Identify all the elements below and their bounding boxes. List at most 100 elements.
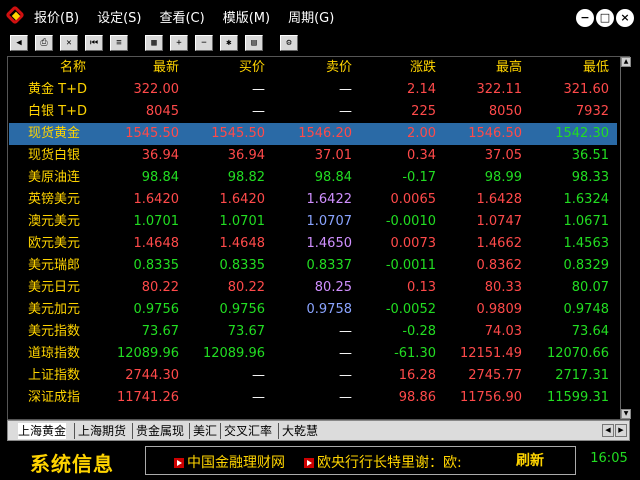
menu-quote[interactable]: 报价(B)	[34, 7, 79, 26]
table-row[interactable]: 深证成指 11741.26 — — 98.86 11756.90 11599.31	[9, 387, 617, 409]
table-row[interactable]: 黄金 T+D 322.00 — — 2.14 322.11 321.60	[9, 79, 617, 101]
header-low[interactable]: 最低	[583, 57, 609, 79]
system-info-button[interactable]: 系统信息	[30, 448, 114, 477]
calculator-icon[interactable]: ▦	[145, 35, 163, 51]
cell-low: 321.60	[563, 82, 610, 97]
cell-ask: —	[339, 104, 352, 119]
rewind-icon[interactable]: ⏮	[85, 35, 103, 51]
table-row[interactable]: 美元指数 73.67 73.67 — -0.28 74.03 73.64	[9, 321, 617, 343]
tab-precious-metals[interactable]: 贵金属现	[136, 423, 184, 439]
close-doc-icon[interactable]: ✕	[60, 35, 78, 51]
notes-icon[interactable]: ▤	[245, 35, 263, 51]
scroll-up-icon[interactable]: ▲	[621, 57, 631, 67]
cell-high: 0.8362	[476, 258, 523, 273]
table-row[interactable]: 美元日元 80.22 80.22 80.25 0.13 80.33 80.07	[9, 277, 617, 299]
cell-high: 1.0747	[476, 214, 523, 229]
table-row[interactable]: 白银 T+D 8045 — — 225 8050 7932	[9, 101, 617, 123]
left-arrow-icon[interactable]: ◀	[10, 35, 28, 51]
cell-high: 322.11	[476, 82, 523, 97]
cell-name: 深证成指	[28, 390, 81, 405]
menu-settings[interactable]: 设定(S)	[97, 7, 141, 26]
close-button[interactable]: ×	[616, 9, 634, 27]
ticker-item-text[interactable]: 欧央行行长特里谢：欧:	[317, 455, 462, 471]
table-row[interactable]: 美原油连 98.84 98.82 98.84 -0.17 98.99 98.33	[9, 167, 617, 189]
cell-last: 1.6420	[133, 192, 180, 207]
cell-low: 98.33	[571, 170, 609, 185]
menu-period[interactable]: 周期(G)	[288, 7, 334, 26]
cell-change: 2.00	[407, 126, 436, 141]
cell-bid: —	[252, 368, 265, 383]
table-row[interactable]: 欧元美元 1.4648 1.4648 1.4650 0.0073 1.4662 1.4563	[9, 233, 617, 255]
scroll-down-icon[interactable]: ▼	[621, 409, 631, 419]
header-bid[interactable]: 买价	[239, 57, 265, 79]
maximize-button[interactable]: □	[596, 9, 614, 27]
table-row[interactable]: 现货白银 36.94 36.94 37.01 0.34 37.05 36.51	[9, 145, 617, 167]
ticker-item-text[interactable]: 中国金融理财网	[187, 455, 285, 471]
tab-shanghai-gold[interactable]: 上海黄金	[18, 423, 67, 439]
cell-ask: 0.9758	[306, 302, 353, 317]
tab-usd[interactable]: 美汇	[193, 423, 217, 439]
cell-change: -0.0010	[385, 214, 436, 229]
cell-change: 0.13	[407, 280, 436, 295]
cell-name: 黄金 T+D	[28, 82, 87, 97]
news-ticker[interactable]: 中国金融理财网 欧央行行长特里谢：欧: 刷新	[145, 446, 576, 475]
cell-bid: 73.67	[227, 324, 265, 339]
cell-change: 2.14	[407, 82, 436, 97]
vertical-scrollbar[interactable]: ▲ ▼	[620, 57, 631, 419]
tab-cross-rates[interactable]: 交叉汇率	[224, 423, 272, 439]
cell-change: 0.0073	[390, 236, 437, 251]
zoom-out-icon[interactable]: −	[195, 35, 213, 51]
table-header: 名称 最新 买价 卖价 涨跌 最高 最低	[9, 57, 617, 79]
zoom-in-icon[interactable]: +	[170, 35, 188, 51]
cell-bid: 0.8335	[219, 258, 266, 273]
header-change[interactable]: 涨跌	[410, 57, 436, 79]
header-high[interactable]: 最高	[496, 57, 522, 79]
cell-last: 0.8335	[133, 258, 180, 273]
list-icon[interactable]: ≡	[110, 35, 128, 51]
cell-high: 11756.90	[459, 390, 522, 405]
cell-name: 澳元美元	[28, 214, 81, 229]
header-last[interactable]: 最新	[153, 57, 179, 79]
cell-high: 1546.50	[468, 126, 522, 141]
cell-bid: —	[252, 82, 265, 97]
minimize-button[interactable]: −	[576, 9, 594, 27]
cell-ask: 1546.20	[298, 126, 352, 141]
print-icon[interactable]: ⎙	[35, 35, 53, 51]
quote-table: 名称 最新 买价 卖价 涨跌 最高 最低 黄金 T+D 322.00 — — 2.14 3…	[7, 56, 631, 420]
table-row[interactable]: 美元瑞郎 0.8335 0.8335 0.8337 -0.0011 0.8362 0.832…	[9, 255, 617, 277]
tab-shanghai-futures[interactable]: 上海期货	[78, 423, 126, 439]
header-ask[interactable]: 卖价	[326, 57, 352, 79]
cell-ask: —	[339, 346, 352, 361]
cell-high: 1.4662	[476, 236, 523, 251]
tab-scroll-left-icon[interactable]: ◀	[602, 424, 614, 437]
cell-ask: 1.6422	[306, 192, 353, 207]
cell-change: 225	[411, 104, 436, 119]
table-row[interactable]: 美元加元 0.9756 0.9756 0.9758 -0.0052 0.9809 0.974…	[9, 299, 617, 321]
cell-ask: 1.0707	[306, 214, 353, 229]
cell-bid: 1.6420	[219, 192, 266, 207]
cell-low: 73.64	[571, 324, 609, 339]
cell-ask: —	[339, 368, 352, 383]
tab-daqianhui[interactable]: 大乾慧	[282, 423, 318, 439]
refresh-button[interactable]: 刷新	[495, 451, 565, 471]
cell-ask: 98.84	[314, 170, 352, 185]
table-row[interactable]: 上证指数 2744.30 — — 16.28 2745.77 2717.31	[9, 365, 617, 387]
cell-bid: 80.22	[227, 280, 265, 295]
settings-icon[interactable]: ⚙	[280, 35, 298, 51]
table-row[interactable]: 澳元美元 1.0701 1.0701 1.0707 -0.0010 1.0747 1.067…	[9, 211, 617, 233]
play-icon	[174, 458, 184, 468]
menu-view[interactable]: 查看(C)	[159, 7, 204, 26]
cell-bid: 0.9756	[219, 302, 266, 317]
table-row[interactable]: 道琼指数 12089.96 12089.96 — -61.30 12151.49 12070…	[9, 343, 617, 365]
table-row[interactable]: 现货黄金 1545.50 1545.50 1546.20 2.00 1546.50 1542…	[9, 123, 617, 145]
tab-scroll-right-icon[interactable]: ▶	[615, 424, 627, 437]
header-name[interactable]: 名称	[60, 57, 140, 79]
cell-name: 现货黄金	[28, 126, 81, 141]
cell-low: 2717.31	[555, 368, 609, 383]
cell-low: 12070.66	[546, 346, 609, 361]
cell-name: 上证指数	[28, 368, 81, 383]
menu-template[interactable]: 模版(M)	[223, 7, 270, 26]
table-row[interactable]: 英镑美元 1.6420 1.6420 1.6422 0.0065 1.6428 1.6324	[9, 189, 617, 211]
cell-low: 7932	[575, 104, 609, 119]
tools-icon[interactable]: ✱	[220, 35, 238, 51]
